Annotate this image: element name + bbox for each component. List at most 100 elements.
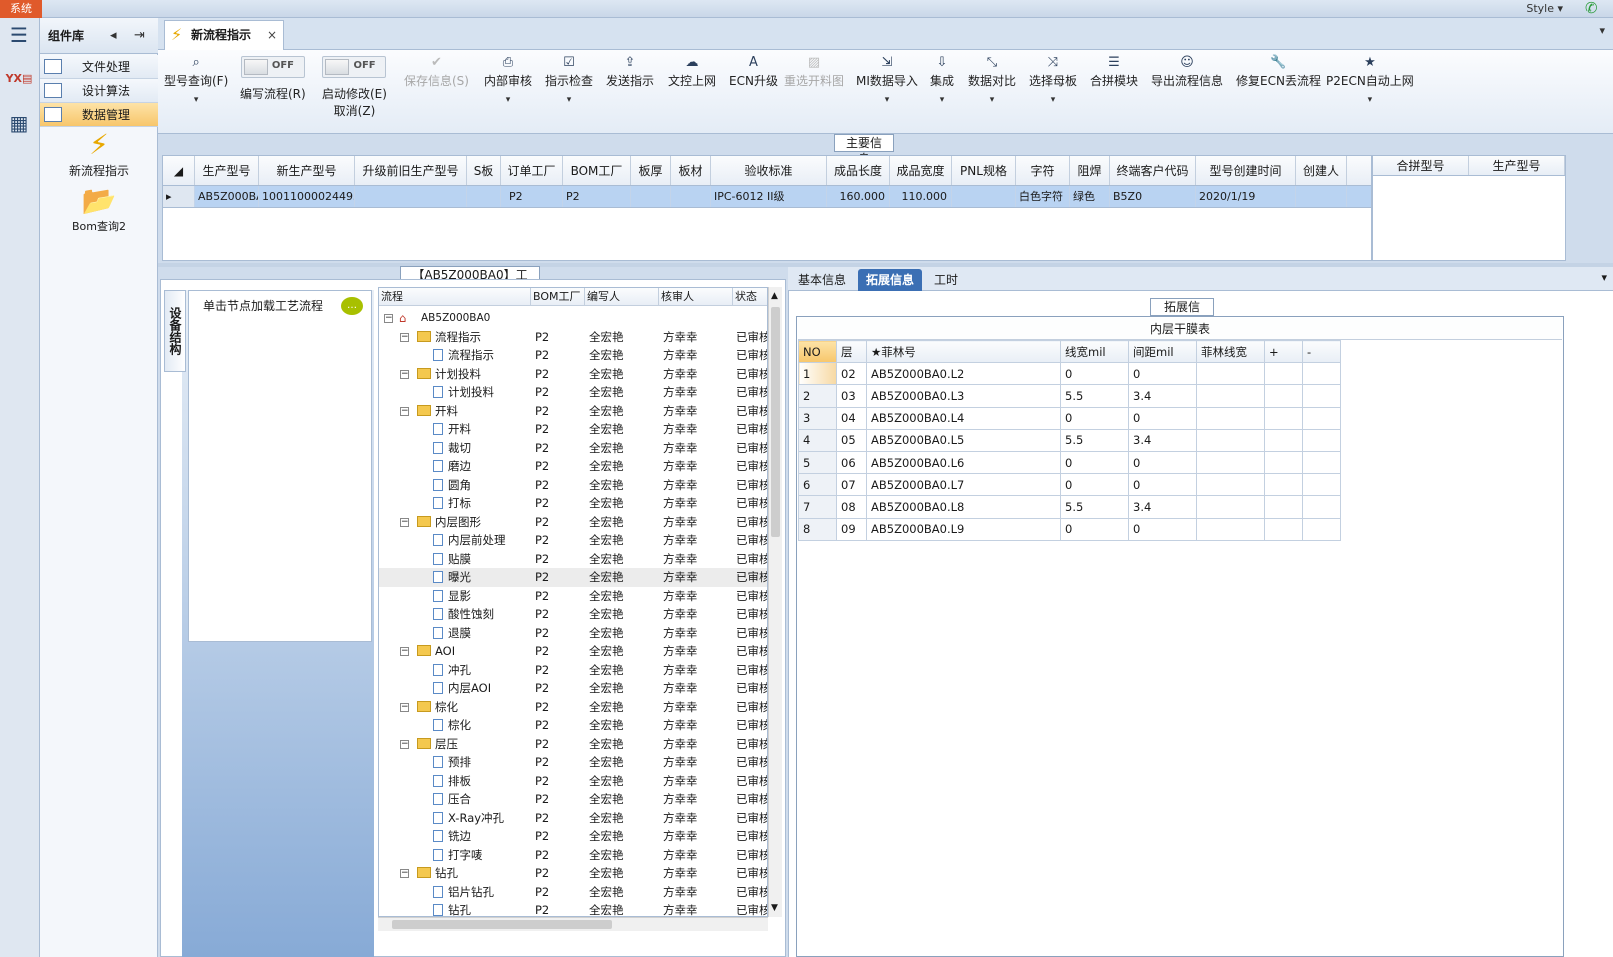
table-cell[interactable] (671, 186, 711, 207)
table-cell[interactable]: 1 (798, 362, 837, 386)
table-row[interactable]: 2 03 AB5Z000BA0.L3 5.5 3.4 (798, 384, 1341, 408)
table-row[interactable]: 5 06 AB5Z000BA0.L6 0 0 (798, 450, 1341, 475)
table-cell[interactable]: AB5Z000BA0.L4 (866, 406, 1061, 430)
table-row[interactable]: 8 09 AB5Z000BA0.L9 0 0 (798, 517, 1341, 541)
export-flow-info-button[interactable]: ☺ 导出流程信息 (1151, 54, 1223, 89)
tree-folder-node[interactable]: − 计划投料 P2 全宏艳 方幸幸 已审核 (379, 365, 767, 384)
column-header[interactable]: 验收标准 (711, 156, 827, 185)
pin-sidebar-icon[interactable]: ⇥ (134, 28, 145, 43)
table-cell[interactable] (1302, 517, 1341, 541)
column-header[interactable]: 订单工厂 (501, 156, 563, 185)
table-cell[interactable]: 02 (836, 362, 867, 386)
table-cell[interactable] (1196, 473, 1265, 497)
table-cell[interactable]: AB5Z000BA0.L9 (866, 517, 1061, 541)
tree-leaf-node[interactable]: 压合 P2 全宏艳 方幸幸 已审核 (379, 790, 767, 809)
tree-leaf-node[interactable]: 计划投料 P2 全宏艳 方幸幸 已审核 (379, 383, 767, 402)
table-row[interactable]: 3 04 AB5Z000BA0.L4 0 0 (798, 406, 1341, 430)
tree-leaf-node[interactable]: 开料 P2 全宏艳 方幸幸 已审核 (379, 420, 767, 439)
tree-root[interactable]: − ⌂ AB5Z000BA0 (379, 309, 767, 328)
table-cell[interactable]: P2 (563, 186, 631, 207)
table-cell[interactable]: AB5Z000BA0 (195, 186, 259, 207)
table-cell[interactable]: 08 (836, 495, 867, 519)
mi-import-button[interactable]: ⇲ MI数据导入 ▾ (856, 54, 918, 105)
collapse-icon[interactable]: − (400, 869, 409, 878)
table-cell[interactable]: 5.5 (1060, 428, 1129, 452)
ecn-upgrade-button[interactable]: A ECN升级 (729, 54, 778, 89)
tree-folder-node[interactable]: − 钻孔 P2 全宏艳 方幸幸 已审核 (379, 864, 767, 883)
system-menu-button[interactable]: 系统 (0, 0, 42, 18)
table-cell[interactable]: 10011000024495 (259, 186, 355, 207)
column-header[interactable]: 型号创建时间 (1196, 156, 1296, 185)
table-cell[interactable] (1264, 495, 1303, 519)
table-cell[interactable] (1264, 450, 1303, 475)
table-cell[interactable]: AB5Z000BA0.L2 (866, 362, 1061, 386)
table-cell[interactable]: 06 (836, 450, 867, 475)
column-header[interactable]: NO (798, 339, 837, 364)
table-row[interactable]: ▸ AB5Z000BA0 10011000024495 P2 P2 IPC-60… (163, 186, 1371, 208)
column-header[interactable]: 生产型号 (195, 156, 259, 185)
hamburger-menu-icon[interactable]: ☰ (4, 22, 34, 48)
remove-row-button[interactable]: - (1302, 339, 1341, 364)
column-header[interactable]: 合拼型号 (1373, 156, 1469, 175)
table-cell[interactable]: 0 (1128, 362, 1197, 386)
tab-equipment-structure[interactable]: 设备结构 (164, 290, 186, 372)
table-cell[interactable] (1264, 362, 1303, 386)
table-cell[interactable]: 5 (798, 450, 837, 475)
table-cell[interactable] (1196, 450, 1265, 475)
table-cell[interactable]: 7 (798, 495, 837, 519)
table-cell[interactable] (1302, 384, 1341, 408)
save-info-button[interactable]: ✔ 保存信息(S) (404, 54, 469, 89)
tile-bom-query[interactable]: 📂 Bom查询2 (40, 184, 158, 234)
table-cell[interactable]: AB5Z000BA0.L5 (866, 428, 1061, 452)
collapse-icon[interactable]: − (400, 647, 409, 656)
table-cell[interactable]: 05 (836, 428, 867, 452)
data-compare-button[interactable]: ⤡ 数据对比 ▾ (968, 54, 1016, 105)
table-cell[interactable] (952, 186, 1016, 207)
column-header[interactable]: 线宽mil (1060, 339, 1129, 364)
table-cell[interactable]: AB5Z000BA0.L3 (866, 384, 1061, 408)
table-cell[interactable] (467, 186, 501, 207)
tree-leaf-node[interactable]: 棕化 P2 全宏艳 方幸幸 已审核 (379, 716, 767, 735)
table-cell[interactable] (355, 186, 467, 207)
sidebar-item-file-processing[interactable]: 文件处理 (40, 55, 158, 79)
tab-new-flow-instruction[interactable]: ⚡ 新流程指示 × (164, 20, 284, 50)
collapse-icon[interactable]: − (384, 314, 393, 323)
column-header[interactable]: 字符 (1016, 156, 1070, 185)
column-header[interactable]: 状态 (733, 288, 767, 306)
tree-leaf-node[interactable]: 排板 P2 全宏艳 方幸幸 已审核 (379, 772, 767, 791)
sidebar-item-design-algorithm[interactable]: 设计算法 (40, 79, 158, 103)
column-header[interactable]: BOM工厂 (563, 156, 631, 185)
table-cell[interactable] (1264, 428, 1303, 452)
tree-leaf-node[interactable]: 内层前处理 P2 全宏艳 方幸幸 已审核 (379, 531, 767, 550)
table-cell[interactable]: 3 (798, 406, 837, 430)
column-header[interactable]: 新生产型号 (259, 156, 355, 185)
tree-horizontal-scrollbar[interactable] (378, 917, 768, 931)
column-header[interactable]: BOM工厂 (531, 288, 585, 306)
column-header[interactable]: 编写人 (585, 288, 659, 306)
sidebar-item-data-management[interactable]: 数据管理 (40, 103, 158, 127)
tree-leaf-node[interactable]: 退膜 P2 全宏艳 方幸幸 已审核 (379, 624, 767, 643)
start-modify-toggle[interactable]: OFF 启动修改(E) 取消(Z) (322, 56, 387, 119)
tree-leaf-node[interactable]: 磨边 P2 全宏艳 方幸幸 已审核 (379, 457, 767, 476)
tree-leaf-node[interactable]: 裁切 P2 全宏艳 方幸幸 已审核 (379, 439, 767, 458)
p2ecn-auto-upload-button[interactable]: ★ P2ECN自动上网 ▾ (1326, 54, 1414, 105)
calculator-icon[interactable]: ▦ (4, 110, 34, 136)
table-cell[interactable]: 绿色 (1070, 186, 1110, 207)
model-query-button[interactable]: ⌕ 型号查询(F) ▾ (164, 54, 228, 105)
table-cell[interactable] (1302, 406, 1341, 430)
table-cell[interactable]: 4 (798, 428, 837, 452)
table-cell[interactable] (1196, 362, 1265, 386)
table-cell[interactable]: 8 (798, 517, 837, 541)
collapse-icon[interactable]: − (400, 406, 409, 416)
column-header[interactable]: 层 (836, 339, 867, 364)
table-cell[interactable]: AB5Z000BA0.L6 (866, 450, 1061, 475)
table-cell[interactable]: IPC-6012 II级 (711, 186, 827, 207)
table-cell[interactable]: 03 (836, 384, 867, 408)
merge-module-button[interactable]: ☰ 合拼模块 (1090, 54, 1138, 89)
edit-flow-toggle[interactable]: OFF 编写流程(R) (240, 56, 306, 102)
app-logo-icon[interactable]: YX▤ (4, 66, 34, 92)
column-header[interactable]: 阻焊 (1070, 156, 1110, 185)
column-header[interactable]: 成品宽度 (890, 156, 952, 185)
table-cell[interactable]: 0 (1060, 362, 1129, 386)
table-cell[interactable]: AB5Z000BA0.L7 (866, 473, 1061, 497)
